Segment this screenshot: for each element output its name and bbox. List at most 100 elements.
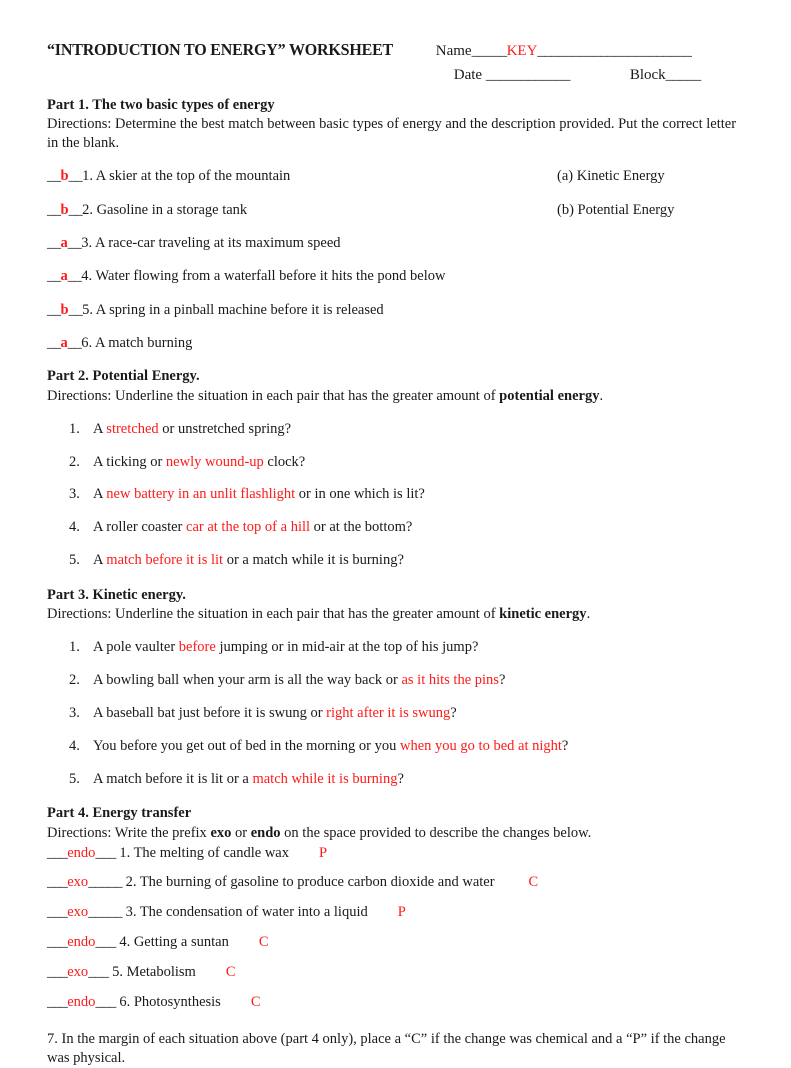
answer-value[interactable]: when you go to bed at night bbox=[400, 738, 562, 754]
answer-blank-suffix: __ bbox=[67, 335, 82, 352]
part2-directions-emphasis: potential energy bbox=[499, 387, 600, 404]
answer-value[interactable]: b bbox=[61, 202, 69, 218]
document-header: “INTRODUCTION TO ENERGY” WORKSHEET Name_… bbox=[47, 40, 747, 86]
answer-value[interactable]: newly wound-up bbox=[166, 454, 264, 470]
item-text-post: ? bbox=[397, 770, 404, 787]
answer-value[interactable]: exo bbox=[67, 964, 88, 980]
block-blank[interactable]: _____ bbox=[666, 67, 702, 83]
list-item: ___endo___ 4. Getting a suntan C bbox=[47, 933, 747, 952]
part1-item: __b__2. Gasoline in a storage tank bbox=[47, 201, 557, 220]
table-row: __b__2. Gasoline in a storage tank (b) P… bbox=[47, 201, 747, 220]
item-number: 6. bbox=[81, 335, 93, 352]
item-text-pre: A roller coaster bbox=[93, 519, 187, 536]
item-text-post: or at the bottom? bbox=[310, 519, 413, 536]
worksheet-page: “INTRODUCTION TO ENERGY” WORKSHEET Name_… bbox=[0, 0, 791, 1066]
item-text-pre: A ticking or bbox=[93, 453, 166, 470]
answer-blank-suffix: __ bbox=[67, 268, 82, 285]
part4-directions-emphasis-exo: exo bbox=[210, 824, 232, 841]
change-type-mark[interactable]: C bbox=[259, 934, 269, 950]
list-item: ___exo_____ 3. The condensation of water… bbox=[47, 903, 747, 922]
item-text-pre: A baseball bat just before it is swung o… bbox=[93, 704, 327, 721]
item-text-pre: A bbox=[93, 486, 107, 503]
part2-question-list: A stretched or unstretched spring? A tic… bbox=[47, 420, 747, 570]
item-text: Getting a suntan bbox=[133, 934, 229, 951]
item-text-post: or in one which is lit? bbox=[295, 486, 425, 503]
part3-heading: Part 3. Kinetic energy. bbox=[47, 586, 186, 603]
answer-value[interactable]: a bbox=[61, 235, 68, 251]
item-text-pre: A bbox=[93, 420, 107, 437]
answer-value[interactable]: as it hits the pins bbox=[401, 672, 498, 688]
answer-value[interactable]: exo bbox=[67, 874, 88, 890]
answer-blank-suffix: ___ bbox=[95, 844, 116, 861]
change-type-mark[interactable]: C bbox=[529, 874, 539, 890]
change-type-mark[interactable]: C bbox=[226, 964, 236, 980]
list-item: A baseball bat just before it is swung o… bbox=[47, 704, 747, 723]
answer-value[interactable]: match while it is burning bbox=[252, 771, 397, 787]
list-item: A roller coaster car at the top of a hil… bbox=[47, 518, 747, 537]
answer-value[interactable]: right after it is swung bbox=[326, 705, 450, 721]
answer-blank-suffix: __ bbox=[68, 168, 83, 185]
answer-value[interactable]: match before it is lit bbox=[106, 552, 223, 568]
answer-blank-prefix: __ bbox=[47, 268, 61, 285]
date-blank[interactable]: ____________ bbox=[486, 67, 571, 83]
part1-directions: Directions: Determine the best match bet… bbox=[47, 116, 737, 152]
answer-value[interactable]: stretched bbox=[106, 421, 158, 437]
name-label: Name bbox=[435, 43, 472, 59]
answer-value[interactable]: endo bbox=[67, 845, 95, 861]
part3-directions: Directions: Underline the situation in e… bbox=[47, 605, 747, 624]
part1-option: (b) Potential Energy bbox=[557, 201, 675, 218]
part1-option: (a) Kinetic Energy bbox=[557, 168, 665, 185]
answer-value[interactable]: b bbox=[61, 168, 69, 184]
answer-blank-prefix: __ bbox=[47, 235, 61, 252]
item-text: A match burning bbox=[94, 335, 193, 352]
answer-value[interactable]: b bbox=[61, 302, 69, 318]
answer-value[interactable]: a bbox=[61, 335, 68, 351]
item-text: Photosynthesis bbox=[133, 993, 221, 1010]
answer-blank-prefix: ___ bbox=[47, 844, 68, 861]
item-number: 2. bbox=[125, 874, 137, 891]
item-text-pre: A bbox=[93, 552, 107, 569]
item-text: Water flowing from a waterfall before it… bbox=[95, 268, 446, 285]
name-value[interactable]: KEY bbox=[507, 43, 538, 59]
change-type-mark[interactable]: P bbox=[319, 845, 327, 861]
answer-blank-prefix: ___ bbox=[47, 993, 68, 1010]
closing-question: 7. In the margin of each situation above… bbox=[47, 1030, 726, 1066]
part4-heading: Part 4. Energy transfer bbox=[47, 805, 192, 822]
answer-blank-suffix: ___ bbox=[88, 964, 109, 980]
answer-value[interactable]: endo bbox=[67, 934, 95, 950]
item-text: Metabolism bbox=[126, 964, 196, 980]
item-text-post: ? bbox=[498, 672, 506, 688]
change-type-mark[interactable]: C bbox=[251, 994, 261, 1010]
change-type-mark[interactable]: P bbox=[398, 904, 406, 920]
part2-directions-post: . bbox=[599, 387, 604, 404]
table-row: __a__3. A race-car traveling at its maxi… bbox=[47, 234, 747, 253]
table-row: __b__1. A skier at the top of the mounta… bbox=[47, 167, 747, 186]
part3-question-list: A pole vaulter before jumping or in mid-… bbox=[47, 638, 747, 788]
item-text: A race-car traveling at its maximum spee… bbox=[94, 235, 341, 252]
answer-value[interactable]: a bbox=[61, 268, 68, 284]
answer-blank-suffix: __ bbox=[68, 301, 83, 318]
table-row: __a__6. A match burning bbox=[47, 334, 747, 353]
list-item: ___exo_____ 2. The burning of gasoline t… bbox=[47, 873, 747, 892]
answer-value[interactable]: new battery in an unlit flashlight bbox=[106, 486, 295, 502]
item-text: The condensation of water into a liquid bbox=[139, 904, 368, 921]
answer-value[interactable]: endo bbox=[67, 994, 95, 1010]
part4-directions-mid: or bbox=[231, 824, 251, 841]
worksheet-content: “INTRODUCTION TO ENERGY” WORKSHEET Name_… bbox=[47, 40, 747, 1068]
part1-item: __a__3. A race-car traveling at its maxi… bbox=[47, 234, 557, 253]
answer-value[interactable]: exo bbox=[67, 904, 88, 920]
part4-directions-post: on the space provided to describe the ch… bbox=[280, 824, 592, 841]
answer-blank-suffix: __ bbox=[67, 235, 82, 252]
list-item: A match before it is lit or a match whil… bbox=[47, 551, 747, 570]
answer-value[interactable]: before bbox=[179, 639, 216, 655]
item-number: 6. bbox=[119, 993, 131, 1010]
date-block-field-line: Date ____________ Block_____ bbox=[432, 64, 701, 87]
part1-matching-list: __b__1. A skier at the top of the mounta… bbox=[47, 167, 747, 353]
answer-blank-suffix: _____ bbox=[88, 874, 122, 891]
name-blank-after[interactable]: ______________________ bbox=[537, 43, 692, 59]
part1-heading: Part 1. The two basic types of energy bbox=[47, 97, 275, 113]
item-text-pre: A match before it is lit or a bbox=[93, 770, 253, 787]
list-item: A new battery in an unlit flashlight or … bbox=[47, 485, 747, 504]
answer-value[interactable]: car at the top of a hill bbox=[186, 519, 310, 535]
item-text: A skier at the top of the mountain bbox=[95, 168, 291, 185]
